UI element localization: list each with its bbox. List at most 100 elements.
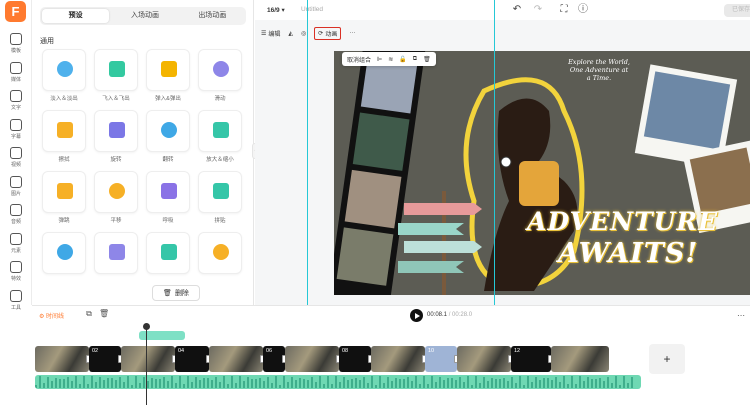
waveform-bar xyxy=(267,376,269,388)
tab-entrance[interactable]: 入场动画 xyxy=(111,7,178,25)
effect-tile[interactable] xyxy=(146,171,190,213)
effect-label: 放大＆缩小 xyxy=(206,157,234,163)
effect-tile[interactable] xyxy=(198,110,242,152)
effect-tile[interactable] xyxy=(42,110,86,152)
timeline-clip[interactable]: 10 xyxy=(425,346,457,372)
play-button[interactable] xyxy=(410,309,423,322)
rail-item-text[interactable]: 文字 xyxy=(0,90,32,111)
effect-tile[interactable] xyxy=(198,232,242,274)
effect-tile[interactable] xyxy=(94,232,138,274)
timeline-clip[interactable]: 08 xyxy=(339,346,371,372)
effect-tile[interactable] xyxy=(198,49,242,91)
fit-screen-icon[interactable]: ⛶ xyxy=(558,4,570,16)
ungroup-button[interactable]: 取消组合 xyxy=(347,55,371,64)
waveform-bar xyxy=(567,384,569,388)
tagline-text[interactable]: Explore the World, One Adventure at a Ti… xyxy=(560,58,638,82)
effect-preview-icon xyxy=(109,183,125,199)
effect-tile[interactable] xyxy=(146,232,190,274)
tab-exit[interactable]: 出场动画 xyxy=(179,7,246,25)
rail-item-media[interactable]: 媒体 xyxy=(0,61,32,83)
redo-icon[interactable]: ↷ xyxy=(532,4,544,16)
waveform-bar xyxy=(103,379,105,388)
headline-adventure[interactable]: ADVENTURE xyxy=(527,207,718,236)
waveform-bar xyxy=(191,382,193,388)
waveform-bar xyxy=(171,376,173,388)
lock-icon[interactable]: 🔓 xyxy=(399,56,406,63)
effect-tile[interactable] xyxy=(42,171,86,213)
duplicate-icon[interactable]: ⧉ xyxy=(413,56,417,63)
trash-icon[interactable]: 🗑 xyxy=(423,56,431,63)
timeline-clip[interactable]: 12 xyxy=(511,346,551,372)
effect-label: 滑动 xyxy=(214,96,226,102)
timeline-clip[interactable]: 04 xyxy=(175,346,209,372)
rail-item-image[interactable]: 图片 xyxy=(0,175,32,197)
timeline-clip[interactable] xyxy=(551,346,609,372)
rail-item-element[interactable]: 元素 xyxy=(0,232,32,254)
waveform-bar xyxy=(155,378,157,388)
animation-button[interactable]: ⟳ 动画 xyxy=(314,26,342,40)
waveform-bar xyxy=(151,377,153,388)
timeline-clip[interactable] xyxy=(121,346,175,372)
rail-item-audio[interactable]: 音频 xyxy=(0,204,32,225)
timeline-menu-icon[interactable]: ⋯ xyxy=(737,311,745,320)
waveform-bar xyxy=(99,377,101,388)
rail-item-video[interactable]: 视频 xyxy=(0,147,32,168)
timeline-clip[interactable] xyxy=(35,346,89,372)
waveform-bar xyxy=(83,376,85,388)
effect-tile[interactable] xyxy=(146,49,190,91)
undo-icon[interactable]: ↶ xyxy=(511,4,523,16)
export-button[interactable]: 已保存 xyxy=(724,4,750,17)
timeline-clip[interactable] xyxy=(457,346,511,372)
timeline-clip[interactable] xyxy=(285,346,339,372)
waveform-bar xyxy=(423,376,425,388)
timeline-clip[interactable] xyxy=(371,346,425,372)
waveform-bar xyxy=(355,377,357,388)
timeline-clip[interactable] xyxy=(209,346,263,372)
waveform-bar xyxy=(123,382,125,388)
waveform-bar xyxy=(311,377,313,388)
delete-button[interactable]: 🗑 删除 xyxy=(152,285,200,301)
waveform-bar xyxy=(75,376,77,388)
rail-item-subtitle[interactable]: 字幕 xyxy=(0,118,32,140)
app-logo[interactable]: F xyxy=(5,1,26,22)
effect-tile[interactable] xyxy=(94,110,138,152)
help-icon[interactable]: ⓘ xyxy=(577,4,589,16)
audio-track[interactable] xyxy=(35,375,641,389)
document-title[interactable]: Untitled xyxy=(301,6,323,13)
waveform-bar xyxy=(387,376,389,388)
tab-preset[interactable]: 预设 xyxy=(42,9,110,23)
waveform-bar xyxy=(291,376,293,388)
layer-icon[interactable]: ≋ xyxy=(388,56,393,63)
effect-preview-icon xyxy=(213,61,229,77)
add-clip-button[interactable]: + xyxy=(649,344,685,374)
effect-tile[interactable] xyxy=(42,49,86,91)
trash-icon[interactable]: 🗑 xyxy=(99,309,109,319)
effect-tile[interactable] xyxy=(198,171,242,213)
timeline-label[interactable]: ⚙ 时间线 xyxy=(39,311,64,320)
effect-tile[interactable] xyxy=(146,110,190,152)
effect-tile[interactable] xyxy=(94,49,138,91)
rail-item-template[interactable]: 模板 xyxy=(0,33,32,54)
effect-label: 呼吸 xyxy=(162,218,174,224)
subtitle-icon xyxy=(10,118,22,131)
waveform-bar xyxy=(615,376,617,388)
align-icon[interactable]: ⊫ xyxy=(377,56,382,63)
more-button[interactable]: ··· xyxy=(349,30,355,36)
aspect-ratio-select[interactable]: 16/9 ▾ xyxy=(267,6,285,14)
effect-tile[interactable] xyxy=(42,232,86,274)
waveform-bar xyxy=(163,377,165,388)
effect-tile[interactable] xyxy=(94,171,138,213)
waveform-bar xyxy=(203,378,205,388)
edit-button[interactable]: ☰ 编辑 xyxy=(261,29,280,38)
flip-button[interactable]: ◭ xyxy=(288,30,293,37)
rail-item-effect[interactable]: 特效 xyxy=(0,261,32,282)
timeline-clip[interactable]: 02 xyxy=(89,346,121,372)
rail-item-tool[interactable]: 工具 xyxy=(0,289,32,311)
playhead[interactable] xyxy=(143,323,150,405)
waveform-bar xyxy=(147,380,149,388)
headline-awaits[interactable]: AWAITS! xyxy=(558,238,698,269)
artboard[interactable]: Explore the World, One Adventure at a Ti… xyxy=(334,51,750,295)
split-icon[interactable]: ⧉ xyxy=(84,309,94,319)
waveform-bar xyxy=(335,376,337,388)
mask-button[interactable]: ◎ xyxy=(301,30,306,37)
